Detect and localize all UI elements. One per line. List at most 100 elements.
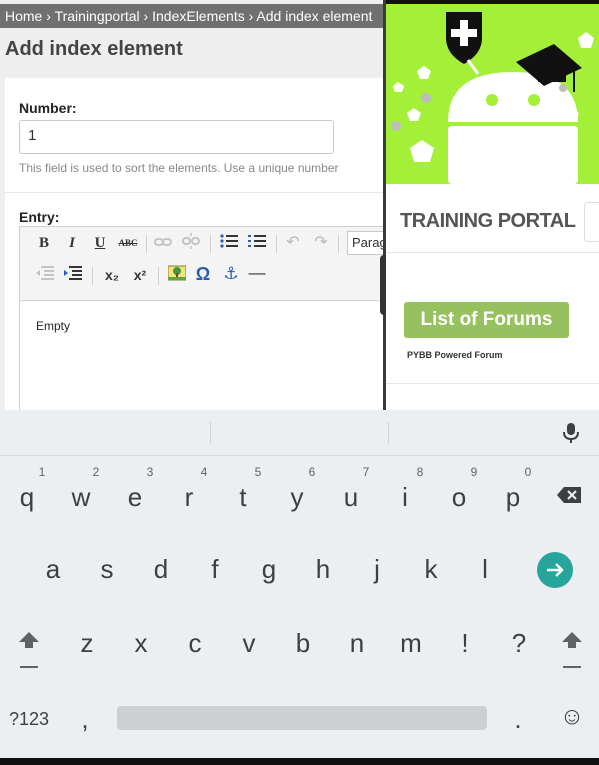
key-w[interactable]: w xyxy=(56,482,106,512)
breadcrumb-trainingportal[interactable]: Trainingportal xyxy=(55,8,140,24)
soft-keyboard: 1 2 3 4 5 6 7 8 9 0 q w e r t y u i o p … xyxy=(0,410,599,758)
portal-pane: TRAINING PORTAL List of Forums PYBB Powe… xyxy=(386,4,599,410)
indent-icon[interactable] xyxy=(62,265,84,285)
link-icon[interactable] xyxy=(152,233,174,253)
bullet-list-icon[interactable] xyxy=(218,233,240,253)
key-u[interactable]: u xyxy=(326,482,376,512)
spacebar[interactable] xyxy=(117,706,487,730)
portal-title: TRAINING PORTAL xyxy=(400,210,576,232)
hero-banner xyxy=(386,4,599,184)
key-period[interactable]: . xyxy=(493,704,543,734)
key-l[interactable]: l xyxy=(460,554,510,584)
enter-button[interactable] xyxy=(537,552,573,588)
horizontal-rule-button[interactable]: — xyxy=(246,263,268,283)
portal-search-box[interactable] xyxy=(584,202,599,242)
page-title: Add index element xyxy=(5,38,183,60)
key-e[interactable]: e xyxy=(110,482,160,512)
key-c[interactable]: c xyxy=(170,628,220,658)
editor-content[interactable]: Empty xyxy=(36,319,70,333)
emoji-icon[interactable]: ☺ xyxy=(547,702,597,732)
key-f[interactable]: f xyxy=(190,554,240,584)
redo-icon[interactable]: ↷ xyxy=(310,233,332,253)
key-hint: 3 xyxy=(146,465,154,479)
breadcrumb: Home › Trainingportal › IndexElements › … xyxy=(0,4,384,28)
anchor-icon[interactable]: ⚓ xyxy=(220,264,242,284)
breadcrumb-indexelements[interactable]: IndexElements xyxy=(152,8,245,24)
key-b[interactable]: b xyxy=(278,628,328,658)
key-v[interactable]: v xyxy=(224,628,274,658)
toolbar-separator xyxy=(210,235,211,253)
shift-right-icon[interactable] xyxy=(561,630,583,670)
numbered-list-icon[interactable] xyxy=(246,233,268,253)
unlink-icon[interactable] xyxy=(180,233,202,253)
key-hint: 4 xyxy=(200,465,208,479)
key-hint: 7 xyxy=(362,465,370,479)
key-hint: 6 xyxy=(308,465,316,479)
strikethrough-button[interactable]: ABC xyxy=(116,233,140,253)
key-x[interactable]: x xyxy=(116,628,166,658)
format-select[interactable]: Paragraph xyxy=(347,231,384,255)
entry-label: Entry: xyxy=(19,209,60,225)
portal-divider xyxy=(386,383,599,384)
special-char-button[interactable]: Ω xyxy=(192,264,214,284)
superscript-button[interactable]: x² xyxy=(128,265,152,285)
key-hint: 8 xyxy=(416,465,424,479)
breadcrumb-current: Add index element xyxy=(256,8,373,24)
list-of-forums-button[interactable]: List of Forums xyxy=(404,302,569,338)
shift-left-icon[interactable] xyxy=(18,630,40,670)
breadcrumb-home[interactable]: Home xyxy=(5,8,42,24)
key-t[interactable]: t xyxy=(218,482,268,512)
number-input[interactable]: 1 xyxy=(19,120,334,154)
key-hint: 0 xyxy=(524,465,532,479)
bold-button[interactable]: B xyxy=(34,233,54,253)
backspace-icon[interactable] xyxy=(556,486,582,504)
suggestion-separator xyxy=(388,422,389,444)
outdent-icon[interactable] xyxy=(34,265,56,285)
key-h[interactable]: h xyxy=(298,554,348,584)
key-question[interactable]: ? xyxy=(494,628,544,658)
suggestion-separator xyxy=(210,422,211,444)
key-o[interactable]: o xyxy=(434,482,484,512)
toolbar-separator xyxy=(146,235,147,253)
key-d[interactable]: d xyxy=(136,554,186,584)
key-k[interactable]: k xyxy=(406,554,456,584)
symbols-key[interactable]: ?123 xyxy=(4,704,54,734)
key-a[interactable]: a xyxy=(28,554,78,584)
image-icon[interactable] xyxy=(166,265,188,285)
key-j[interactable]: j xyxy=(352,554,402,584)
rich-text-editor: B I U ABC ↶ ↷ Para x₂ x² Ω ⚓ — Empty xyxy=(19,226,384,410)
portal-divider xyxy=(386,252,599,253)
key-exclamation[interactable]: ! xyxy=(440,628,490,658)
italic-button[interactable]: I xyxy=(62,233,82,253)
undo-icon[interactable]: ↶ xyxy=(282,233,304,253)
arrow-right-icon xyxy=(547,563,564,577)
toolbar-separator xyxy=(92,267,93,285)
key-hint: 2 xyxy=(92,465,100,479)
screen: Home › Trainingportal › IndexElements › … xyxy=(0,0,599,765)
key-hint: 1 xyxy=(38,465,46,479)
key-y[interactable]: y xyxy=(272,482,322,512)
key-hint: 9 xyxy=(470,465,478,479)
key-q[interactable]: q xyxy=(2,482,52,512)
number-label: Number: xyxy=(19,100,77,116)
editor-toolbar: B I U ABC ↶ ↷ Para x₂ x² Ω ⚓ — xyxy=(20,227,384,301)
admin-pane: Home › Trainingportal › IndexElements › … xyxy=(0,0,384,410)
key-i[interactable]: i xyxy=(380,482,430,512)
field-divider xyxy=(5,192,384,193)
breadcrumb-separator: › xyxy=(143,8,149,24)
key-s[interactable]: s xyxy=(82,554,132,584)
pybb-powered-text: PYBB Powered Forum xyxy=(407,350,503,360)
key-r[interactable]: r xyxy=(164,482,214,512)
toolbar-separator xyxy=(276,235,277,253)
microphone-icon[interactable] xyxy=(563,422,579,444)
key-comma[interactable]: , xyxy=(60,704,110,734)
key-hint: 5 xyxy=(254,465,262,479)
key-m[interactable]: m xyxy=(386,628,436,658)
underline-button[interactable]: U xyxy=(90,233,110,253)
key-g[interactable]: g xyxy=(244,554,294,584)
form-card: Number: 1 This field is used to sort the… xyxy=(5,78,384,410)
key-p[interactable]: p xyxy=(488,482,538,512)
key-z[interactable]: z xyxy=(62,628,112,658)
key-n[interactable]: n xyxy=(332,628,382,658)
subscript-button[interactable]: x₂ xyxy=(100,265,124,285)
